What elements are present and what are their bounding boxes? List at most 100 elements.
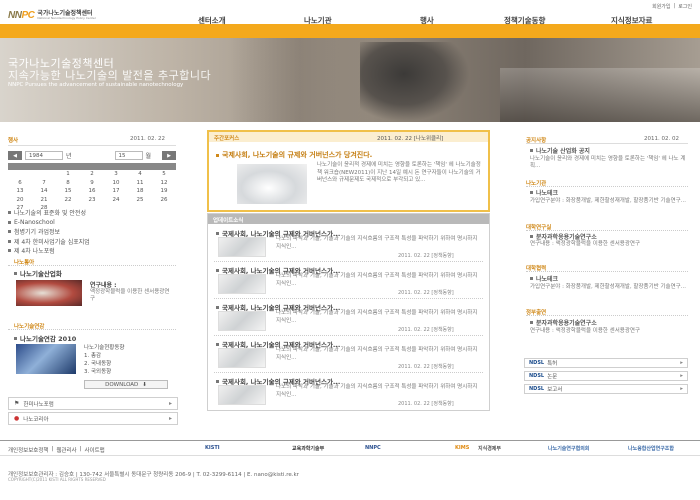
weekly-focus-summary: 나노기술이 윤리적 경제에 미치는 영향을 토론하는 '책임' 헤 나노기술정책… <box>317 162 481 183</box>
yearbook-cover <box>16 344 76 374</box>
download-button[interactable]: DOWNLOAD ⬇ <box>84 380 168 389</box>
calendar-day[interactable]: 13 <box>8 187 32 196</box>
weekly-focus-headline[interactable]: 국제사회, 나노기술의 규제와 거버넌스가 당겨진다. <box>216 150 372 160</box>
bullet-icon <box>530 191 533 194</box>
bullet-icon <box>8 211 11 215</box>
company-title-row[interactable]: 나노테크 <box>530 274 558 283</box>
calendar-day[interactable]: 12 <box>152 179 176 188</box>
nav-nano-institutions[interactable]: 나노기관 <box>304 15 332 26</box>
partner-logo[interactable]: 교육과학기술부 <box>292 445 324 452</box>
nanoinfra-title-row[interactable]: 나노기술산업화 <box>14 268 62 278</box>
nav-events[interactable]: 행사 <box>420 15 434 26</box>
ndsl-report-link[interactable]: NDSL 보고서 ▸ <box>524 384 688 394</box>
partner-logo[interactable]: 나노융합산업연구조합 <box>628 445 674 452</box>
list-item[interactable]: 첨병기기 과업정보 <box>8 227 176 237</box>
partner-logo[interactable]: 지식경제부 <box>478 445 501 452</box>
nanoinfra-title: 나노기술산업화 <box>20 270 62 278</box>
news-thumbnail <box>218 385 266 405</box>
partner-logo[interactable]: KISTI <box>205 445 220 451</box>
bullet-icon <box>216 231 219 235</box>
list-item[interactable]: 나노기술의 표준화 및 안전성 <box>8 208 176 218</box>
bullet-icon <box>216 379 219 383</box>
divider <box>8 145 176 146</box>
login-link[interactable]: 로그인 <box>678 3 692 10</box>
tech-title-row[interactable]: 나노테크 <box>530 188 558 197</box>
calendar-day[interactable]: 5 <box>152 170 176 179</box>
ndsl-paper-link[interactable]: NDSL 논문 ▸ <box>524 371 688 381</box>
calendar-day[interactable]: 6 <box>8 179 32 188</box>
month-label: 월 <box>145 153 152 160</box>
calendar-day[interactable]: 20 <box>8 196 32 205</box>
webmaster-link[interactable]: 웹관리사 <box>56 446 76 454</box>
weekly-focus-tag: 주간포커스 <box>214 136 240 142</box>
list-item[interactable]: 제 4차 나노포럼 <box>8 246 176 256</box>
calendar-day <box>8 170 32 179</box>
calendar-day[interactable]: 15 <box>56 187 80 196</box>
notice-title-row[interactable]: 나노기술 산업화 공지 <box>530 146 590 155</box>
calendar-day[interactable]: 8 <box>56 179 80 188</box>
calendar-day[interactable]: 10 <box>104 179 128 188</box>
news-date: 2011. 02. 22 [정책동향] <box>398 253 454 259</box>
arrow-icon: ▸ <box>680 386 683 392</box>
news-item[interactable]: 국제사회, 나노기술의 규제와 거버넌스가... 나노의 파악과 기술, 기술과 … <box>208 226 489 262</box>
news-summary: 나노의 파악과 기술, 기술과 기술의 지식흐름의 구조적 특성을 파악하기 위… <box>276 384 478 398</box>
news-item[interactable]: 국제사회, 나노기술의 규제와 거버넌스가... 나노의 파악과 기술, 기술과 … <box>208 263 489 299</box>
news-date: 2011. 02. 22 [정책동향] <box>398 290 454 296</box>
signup-link[interactable]: 회원가입 <box>652 3 670 10</box>
calendar-day[interactable]: 4 <box>128 170 152 179</box>
calendar-day[interactable]: 25 <box>128 196 152 205</box>
hero-subtitle: 지속가능한 나노기술의 발전을 추구합니다 <box>8 69 212 82</box>
invest-title-row[interactable]: 분자과학응용기술연구소 <box>530 318 597 327</box>
calendar-day[interactable]: 22 <box>56 196 80 205</box>
news-item[interactable]: 국제사회, 나노기술의 규제와 거버넌스가... 나노의 파악과 기술, 기술과 … <box>208 337 489 373</box>
list-item[interactable]: 제 4차 한미사업기술 심포지엄 <box>8 237 176 247</box>
calendar-day[interactable]: 3 <box>104 170 128 179</box>
news-date: 2011. 02. 22 [정책동향] <box>398 364 454 370</box>
notice-summary: 나노기술이 윤리와 경제에 미치는 영향을 토론하는 '책임' 헤 나노 계획.… <box>530 156 686 169</box>
update-news-tag: 업데이트소식 <box>213 218 244 224</box>
ndsl-logo: NDSL <box>529 386 545 392</box>
yearbook-title-row[interactable]: 나노기술연감 2010 <box>14 333 76 343</box>
calendar-day[interactable]: 11 <box>128 179 152 188</box>
weekly-focus-date: 2011. 02. 22 [나노위클리] <box>377 136 444 142</box>
calendar-next-button[interactable]: ▶ <box>162 151 176 160</box>
ndsl-patent-link[interactable]: NDSL 특허 ▸ <box>524 358 688 368</box>
calendar-day[interactable]: 24 <box>104 196 128 205</box>
calendar-day[interactable]: 23 <box>80 196 104 205</box>
news-summary: 나노의 파악과 기술, 기술과 기술의 지식흐름의 구조적 특성을 파악하기 위… <box>276 310 478 324</box>
partner-logo[interactable]: 나노기술연구협의회 <box>548 445 589 452</box>
calendar-day[interactable]: 2 <box>80 170 104 179</box>
nav-center-intro[interactable]: 센터소개 <box>198 15 226 26</box>
news-item[interactable]: 국제사회, 나노기술의 규제와 거버넌스가... 나노의 파악과 기술, 기술과 … <box>208 374 489 410</box>
month-select[interactable]: 15 <box>114 151 143 160</box>
year-select[interactable]: 1984 <box>25 151 63 160</box>
calendar-day[interactable]: 14 <box>32 187 56 196</box>
news-item[interactable]: 국제사회, 나노기술의 규제와 거버넌스가... 나노의 파악과 기술, 기술과 … <box>208 300 489 336</box>
calendar-day[interactable]: 26 <box>152 196 176 205</box>
partner-logo[interactable]: KIMS <box>455 445 469 451</box>
grad-desc: 연구내용 : 액정광학블럭을 이용한 센서용광연구 <box>530 241 641 247</box>
news-thumbnail <box>218 237 266 257</box>
event-date: 2011. 02. 22 <box>130 136 165 142</box>
nanokorea-link[interactable]: ● 나노코리아 ▸ <box>8 412 178 425</box>
calendar-day[interactable]: 19 <box>152 187 176 196</box>
calendar-day[interactable]: 18 <box>128 187 152 196</box>
list-item[interactable]: E-Nanoschool <box>8 218 176 228</box>
ndsl-logo: NDSL <box>529 373 545 379</box>
calendar-day[interactable]: 21 <box>32 196 56 205</box>
calendar-day[interactable]: 9 <box>80 179 104 188</box>
calendar-day[interactable]: 16 <box>80 187 104 196</box>
calendar-prev-button[interactable]: ◀ <box>8 151 22 160</box>
nav-knowledge[interactable]: 지식정보자료 <box>611 15 652 26</box>
privacy-link[interactable]: 개인정보보호정책 <box>8 446 48 454</box>
partner-logo[interactable]: NNPC <box>365 445 381 451</box>
calendar-day[interactable]: 7 <box>32 179 56 188</box>
korea-us-forum-link[interactable]: ⚑ 한미나노포럼 ▸ <box>8 397 178 410</box>
sitemap-link[interactable]: 사이트맵 <box>84 446 104 454</box>
notice-date: 2011. 02. 02 <box>644 136 679 142</box>
grad-title-row[interactable]: 분자과학응용기술연구소 <box>530 232 597 241</box>
news-thumbnail <box>218 311 266 331</box>
calendar-day[interactable]: 1 <box>56 170 80 179</box>
calendar-day[interactable]: 17 <box>104 187 128 196</box>
nav-policy-trends[interactable]: 정책기술동향 <box>504 15 545 26</box>
